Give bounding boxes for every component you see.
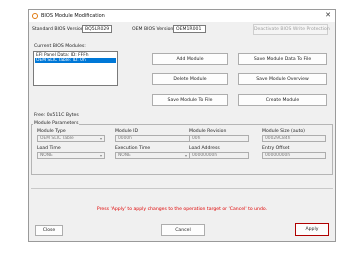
create-module-button[interactable]: Create Module	[238, 94, 327, 106]
close-button[interactable]: Close	[35, 225, 63, 236]
module-id-label: Module ID	[115, 129, 139, 134]
divider	[31, 188, 333, 189]
entry-offset-field: 00000000h	[262, 152, 326, 159]
module-type-value: OEM SLIC Table	[40, 136, 74, 141]
save-module-data-button[interactable]: Save Module Data To File	[238, 53, 327, 65]
title-bar: BIOS Module Modification ✕	[29, 10, 335, 22]
status-message: Press 'Apply' to apply changes to the op…	[96, 207, 268, 212]
module-revision-field: 00h	[189, 135, 249, 142]
module-size-field: 00029C84h	[262, 135, 326, 142]
module-id-field: 0000h	[115, 135, 190, 142]
load-time-dropdown: NONE ▾	[37, 152, 105, 159]
oem-bios-label: OEM BIOS Version:	[132, 27, 175, 32]
list-item[interactable]: OEM SLIC Table: ID: 0h	[35, 58, 116, 63]
apply-button[interactable]: Apply	[295, 223, 329, 236]
load-time-label: Load Time	[37, 146, 61, 151]
window-title: BIOS Module Modification	[41, 12, 105, 19]
entry-offset-label: Entry Offset	[262, 146, 290, 151]
module-type-dropdown: OEM SLIC Table ▾	[37, 135, 105, 142]
execution-time-dropdown: NONE ▾	[115, 152, 190, 159]
module-revision-label: Module Revision	[189, 129, 227, 134]
modules-list[interactable]: EFI Panel Data: ID: FFFh OEM SLIC Table:…	[33, 51, 118, 86]
module-parameters-title: Module Parameters	[33, 121, 80, 126]
execution-time-value: NONE	[118, 153, 131, 158]
standard-bios-label: Standard BIOS Version:	[32, 27, 86, 32]
delete-module-button[interactable]: Delete Module	[152, 73, 228, 85]
module-size-label: Module Size (auto)	[262, 129, 305, 134]
add-module-button[interactable]: Add Module	[152, 53, 228, 65]
save-module-to-file-button[interactable]: Save Module To File	[152, 94, 228, 106]
standard-bios-field: BQ5LR029	[82, 25, 112, 33]
chevron-down-icon: ▾	[99, 153, 102, 158]
chevron-down-icon: ▾	[184, 153, 187, 158]
execution-time-label: Execution Time	[115, 146, 151, 151]
chevron-down-icon: ▾	[99, 136, 102, 141]
module-type-label: Module Type	[37, 129, 66, 134]
save-module-overview-button[interactable]: Save Module Overview	[238, 73, 327, 85]
app-icon	[32, 12, 38, 19]
load-time-value: NONE	[40, 153, 53, 158]
modules-title: Current BIOS Modules:	[34, 44, 86, 49]
bios-module-dialog: BIOS Module Modification ✕ Standard BIOS…	[28, 9, 336, 242]
oem-bios-field[interactable]: OEM1R001	[173, 25, 206, 33]
cancel-button[interactable]: Cancel	[161, 224, 205, 236]
load-address-field: 00000000h	[189, 152, 249, 159]
load-address-label: Load Address	[189, 146, 220, 151]
deactivate-write-protection-button: Deactivate BIOS Write Protection	[253, 24, 330, 35]
free-bytes-label: Free: 0x511C Bytes	[34, 113, 79, 118]
close-icon[interactable]: ✕	[325, 11, 331, 19]
